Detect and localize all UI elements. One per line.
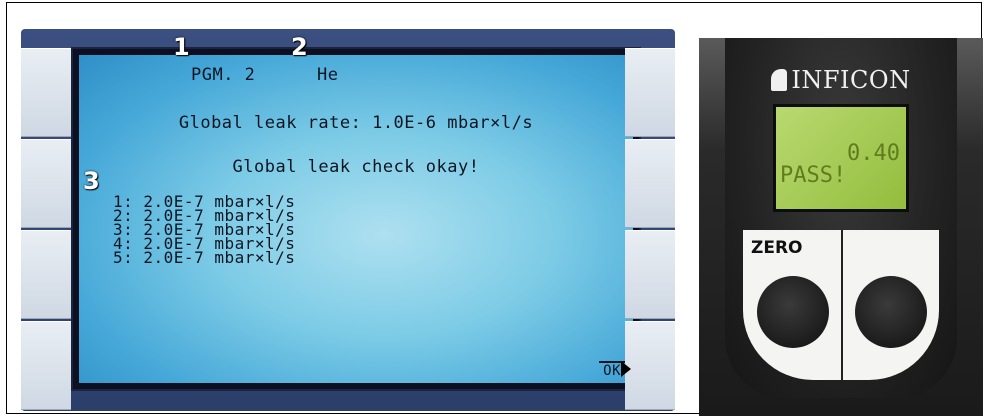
probe-right-button[interactable] bbox=[855, 276, 927, 348]
display-bezel: PGM. 2 He Global leak rate: 1.0E-6 mbar×… bbox=[71, 47, 641, 391]
ok-arrow-icon bbox=[621, 361, 631, 377]
handheld-probe: INFICON 0.40 PASS! ZERO bbox=[699, 38, 983, 416]
softkey-right-4[interactable] bbox=[625, 321, 675, 410]
inficon-logo-icon bbox=[771, 69, 788, 91]
lcd-value: 0.40 bbox=[847, 141, 900, 166]
softkey-right-1[interactable] bbox=[625, 48, 675, 137]
callout-1: 1 bbox=[173, 33, 190, 61]
lcd-status: PASS! bbox=[780, 163, 847, 188]
zero-button[interactable] bbox=[757, 276, 829, 348]
probe-body: INFICON 0.40 PASS! ZERO bbox=[725, 38, 957, 398]
status-message: Global leak check okay! bbox=[232, 157, 480, 177]
figure-frame: PGM. 2 He Global leak rate: 1.0E-6 mbar×… bbox=[6, 2, 983, 416]
callout-3: 3 bbox=[83, 167, 100, 195]
right-softkeys bbox=[625, 47, 675, 411]
callout-2: 2 bbox=[291, 33, 308, 61]
softkey-right-2[interactable] bbox=[625, 139, 675, 228]
zero-label: ZERO bbox=[751, 238, 803, 258]
left-softkeys bbox=[21, 47, 71, 411]
gas-label: He bbox=[317, 65, 339, 85]
softkey-left-1[interactable] bbox=[21, 48, 71, 137]
control-unit: PGM. 2 He Global leak rate: 1.0E-6 mbar×… bbox=[21, 29, 675, 411]
softkey-left-2[interactable] bbox=[21, 139, 71, 228]
global-leak-rate: Global leak rate: 1.0E-6 mbar×l/s bbox=[178, 113, 534, 133]
leak-point-5: 5: 2.0E-7 mbar×l/s bbox=[113, 248, 296, 267]
display-screen: PGM. 2 He Global leak rate: 1.0E-6 mbar×… bbox=[79, 55, 633, 383]
softkey-left-3[interactable] bbox=[21, 230, 71, 319]
probe-button-panel: ZERO bbox=[743, 230, 939, 380]
softkey-right-3[interactable] bbox=[625, 230, 675, 319]
softkey-left-4[interactable] bbox=[21, 321, 71, 410]
brand-logo: INFICON bbox=[725, 66, 957, 94]
button-divider bbox=[841, 230, 843, 380]
program-label: PGM. 2 bbox=[191, 65, 256, 85]
leak-point-list: 1: 2.0E-7 mbar×l/s 2: 2.0E-7 mbar×l/s 3:… bbox=[113, 194, 296, 267]
probe-lcd: 0.40 PASS! bbox=[773, 104, 909, 212]
brand-name: INFICON bbox=[791, 66, 911, 94]
